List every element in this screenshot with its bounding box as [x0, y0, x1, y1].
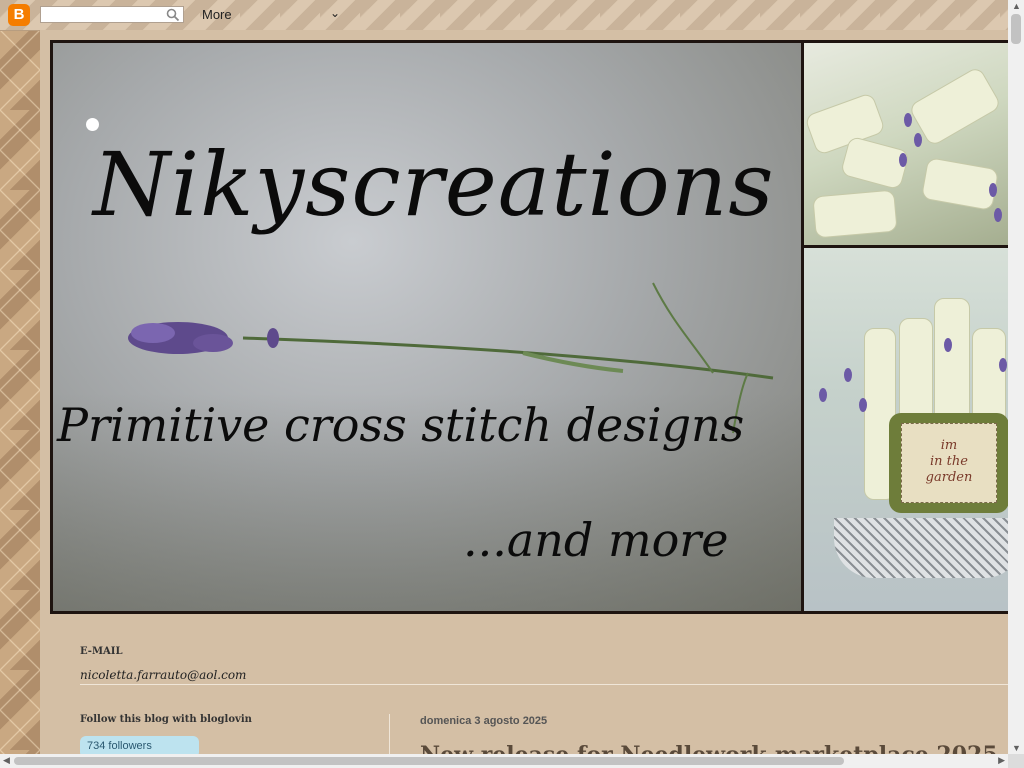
- paper-scroll: [920, 157, 1000, 211]
- lavender-flower: [994, 208, 1002, 222]
- paper-scroll: [907, 65, 1003, 148]
- vertical-scroll-thumb[interactable]: [1011, 14, 1021, 44]
- sampler-line: garden: [925, 470, 973, 485]
- vertical-scrollbar[interactable]: ▲ ▼: [1008, 0, 1024, 754]
- lavender-flower: [819, 388, 827, 402]
- more-menu[interactable]: More: [202, 7, 232, 22]
- divider: [80, 684, 1008, 685]
- horizontal-scrollbar[interactable]: ◀ ▶: [0, 754, 1008, 768]
- lavender-flower: [844, 368, 852, 382]
- search-icon[interactable]: [166, 8, 180, 22]
- blog-header[interactable]: Nikyscreations Primitive cross stitch de…: [50, 40, 1008, 614]
- lavender-flower: [999, 358, 1007, 372]
- lavender-flower: [859, 398, 867, 412]
- email-widget-title: E-MAIL: [80, 646, 123, 657]
- lavender-flower: [904, 113, 912, 127]
- blog-subtitle: Primitive cross stitch designs: [57, 398, 745, 452]
- sampler-text: im in the garden: [901, 423, 997, 503]
- lavender-flower: [899, 153, 907, 167]
- lavender-flower: [989, 183, 997, 197]
- header-photo-sampler: im in the garden: [804, 248, 1008, 611]
- blogger-navbar: B More ⌄: [0, 0, 1008, 31]
- email-address[interactable]: nicoletta.farrauto@aol.com: [80, 668, 246, 682]
- scrollbar-corner: [1008, 754, 1024, 768]
- horizontal-scroll-thumb[interactable]: [14, 757, 844, 765]
- blog-title[interactable]: Nikyscreations: [93, 133, 775, 236]
- scroll-right-icon[interactable]: ▶: [998, 755, 1005, 766]
- header-main-image: Nikyscreations Primitive cross stitch de…: [53, 43, 801, 611]
- blog-tagline: ...and more: [463, 513, 729, 567]
- scroll-down-icon[interactable]: ▼: [1012, 743, 1021, 753]
- scroll-up-icon[interactable]: ▲: [1012, 1, 1021, 11]
- left-background-pattern: [0, 30, 40, 754]
- post-title[interactable]: New release for Needlework-marketplace 2…: [420, 742, 998, 754]
- page-content: Nikyscreations Primitive cross stitch de…: [40, 30, 1008, 754]
- search-input[interactable]: [40, 6, 184, 23]
- sampler-line: in the: [930, 454, 968, 469]
- wire-basket: [834, 518, 1008, 578]
- lavender-flower: [914, 133, 922, 147]
- pin-icon: [86, 118, 99, 131]
- header-photo-scrolls: [804, 43, 1008, 245]
- bloglovin-widget-title: Follow this blog with bloglovin: [80, 714, 252, 725]
- sampler-line: im: [940, 438, 958, 453]
- post-date: domenica 3 agosto 2025: [420, 715, 548, 727]
- column-divider: [389, 714, 390, 754]
- blogger-logo-icon[interactable]: B: [8, 4, 30, 26]
- lavender-flower: [944, 338, 952, 352]
- cross-stitch-sampler: im in the garden: [889, 413, 1008, 513]
- chevron-down-icon[interactable]: ⌄: [330, 6, 340, 20]
- paper-scroll: [812, 189, 898, 239]
- bloglovin-followers-button[interactable]: 734 followers: [80, 736, 199, 754]
- scroll-left-icon[interactable]: ◀: [3, 755, 10, 766]
